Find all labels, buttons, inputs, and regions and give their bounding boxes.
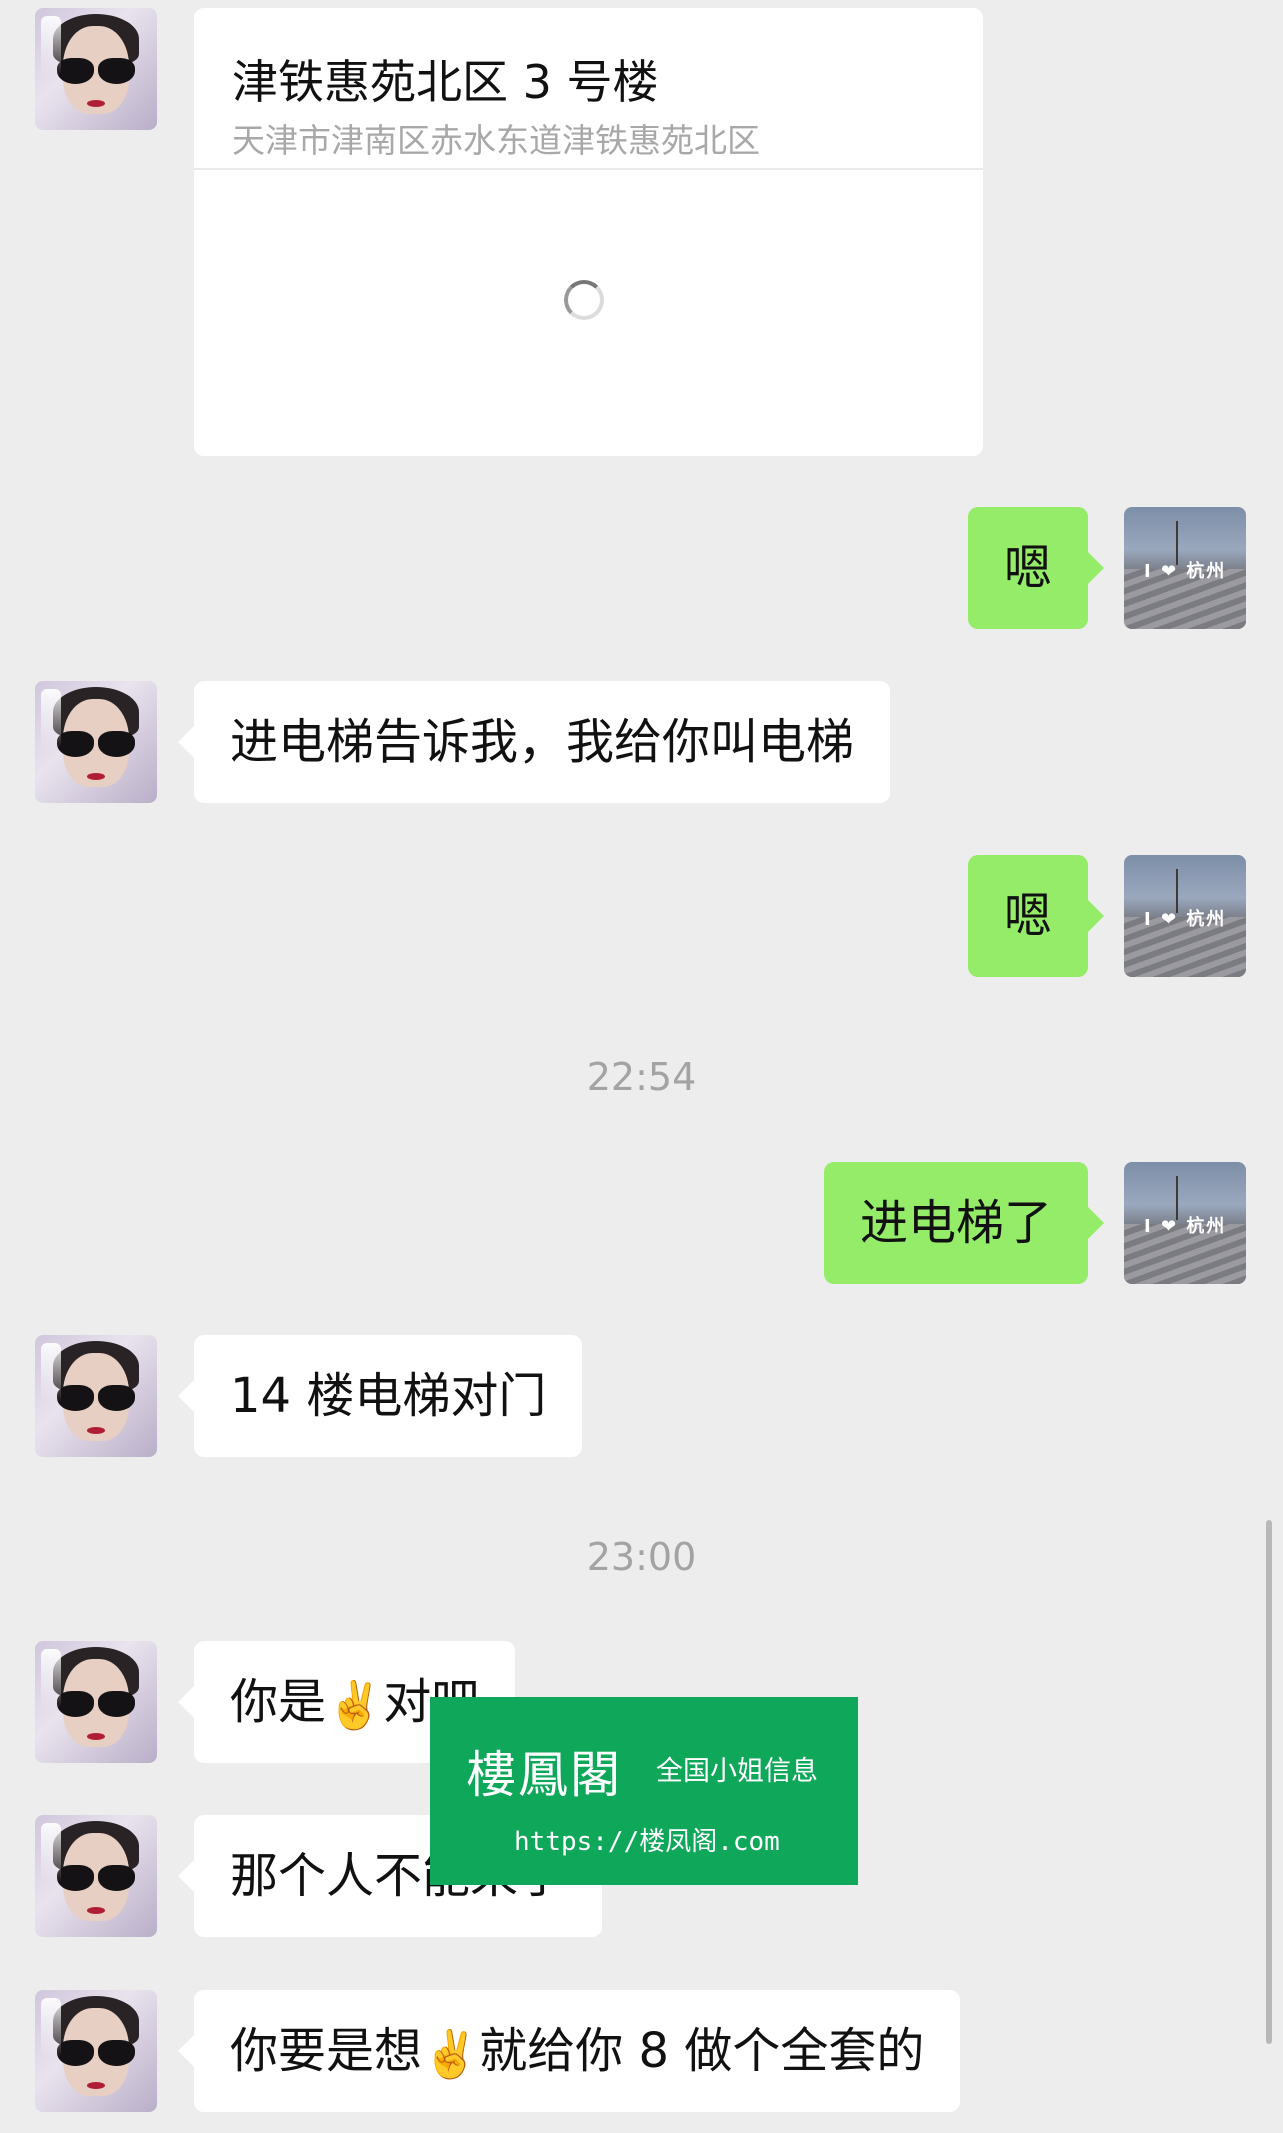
message-text: 你要是想 xyxy=(230,2023,423,2079)
sunglasses-icon xyxy=(57,731,135,757)
location-address: 天津市津南区赤水东道津铁惠苑北区 xyxy=(232,121,760,160)
location-card[interactable]: 津铁惠苑北区 3 号楼 天津市津南区赤水东道津铁惠苑北区 xyxy=(194,8,983,456)
avatar-lips xyxy=(87,1907,105,1914)
my-avatar[interactable]: I ❤ 杭州 xyxy=(1124,507,1246,629)
sunglasses-icon xyxy=(57,1865,135,1891)
sunglasses-icon xyxy=(57,2040,135,2066)
message-timestamp: 22:54 xyxy=(586,1055,697,1099)
received-message-bubble[interactable]: 你要是想✌️就给你 8 做个全套的 xyxy=(177,1990,961,2112)
victory-hand-emoji-icon: ✌️ xyxy=(422,2027,480,2081)
contact-avatar[interactable] xyxy=(35,8,157,130)
contact-avatar[interactable] xyxy=(35,1335,157,1457)
received-message-bubble[interactable]: 14 楼电梯对门 xyxy=(177,1335,583,1457)
location-title: 津铁惠苑北区 3 号楼 xyxy=(232,55,659,109)
avatar-lips xyxy=(87,1427,105,1434)
avatar-sign: I ❤ 杭州 xyxy=(1144,561,1227,582)
sunglasses-icon xyxy=(57,58,135,84)
my-avatar[interactable]: I ❤ 杭州 xyxy=(1124,855,1246,977)
contact-avatar[interactable] xyxy=(35,1990,157,2112)
contact-avatar[interactable] xyxy=(35,681,157,803)
avatar-lips xyxy=(87,100,105,107)
map-loading-spinner-icon xyxy=(564,280,604,320)
my-avatar[interactable]: I ❤ 杭州 xyxy=(1124,1162,1246,1284)
message-text: 嗯 xyxy=(1003,540,1052,596)
message-timestamp: 23:00 xyxy=(586,1535,697,1579)
watermark-logo: 樓鳳閣 全国小姐信息 https://楼凤阁.com xyxy=(430,1697,858,1885)
watermark-name: 樓鳳閣 xyxy=(466,1746,622,1804)
scrollbar[interactable] xyxy=(1266,1520,1272,2044)
avatar-sparkle xyxy=(41,1823,61,1883)
victory-hand-emoji-icon: ✌️ xyxy=(326,1678,384,1732)
avatar-lips xyxy=(87,773,105,780)
contact-avatar[interactable] xyxy=(35,1641,157,1763)
sent-message-bubble[interactable]: 嗯 xyxy=(967,507,1105,629)
watermark-url: https://楼凤阁.com xyxy=(514,1827,780,1857)
avatar-sparkle xyxy=(41,1998,61,2058)
received-message-bubble[interactable]: 进电梯告诉我，我给你叫电梯 xyxy=(177,681,891,803)
avatar-sparkle xyxy=(41,16,61,76)
sent-message-bubble[interactable]: 嗯 xyxy=(967,855,1105,977)
message-text: 14 楼电梯对门 xyxy=(230,1368,547,1424)
message-text: 进电梯了 xyxy=(859,1195,1052,1251)
watermark-tagline: 全国小姐信息 xyxy=(656,1756,818,1787)
message-text: 你是 xyxy=(230,1674,327,1730)
avatar-lips xyxy=(87,2082,105,2089)
avatar-lips xyxy=(87,1733,105,1740)
avatar-sparkle xyxy=(41,689,61,749)
location-divider xyxy=(194,168,983,170)
message-text: 就给你 8 做个全套的 xyxy=(479,2023,925,2079)
sunglasses-icon xyxy=(57,1385,135,1411)
message-text: 嗯 xyxy=(1003,888,1052,944)
sunglasses-icon xyxy=(57,1691,135,1717)
avatar-sign: I ❤ 杭州 xyxy=(1144,909,1227,930)
avatar-sparkle xyxy=(41,1343,61,1403)
avatar-sparkle xyxy=(41,1649,61,1709)
contact-avatar[interactable] xyxy=(35,1815,157,1937)
sent-message-bubble[interactable]: 进电梯了 xyxy=(823,1162,1105,1284)
message-text: 进电梯告诉我，我给你叫电梯 xyxy=(230,714,855,770)
avatar-sign: I ❤ 杭州 xyxy=(1144,1216,1227,1237)
